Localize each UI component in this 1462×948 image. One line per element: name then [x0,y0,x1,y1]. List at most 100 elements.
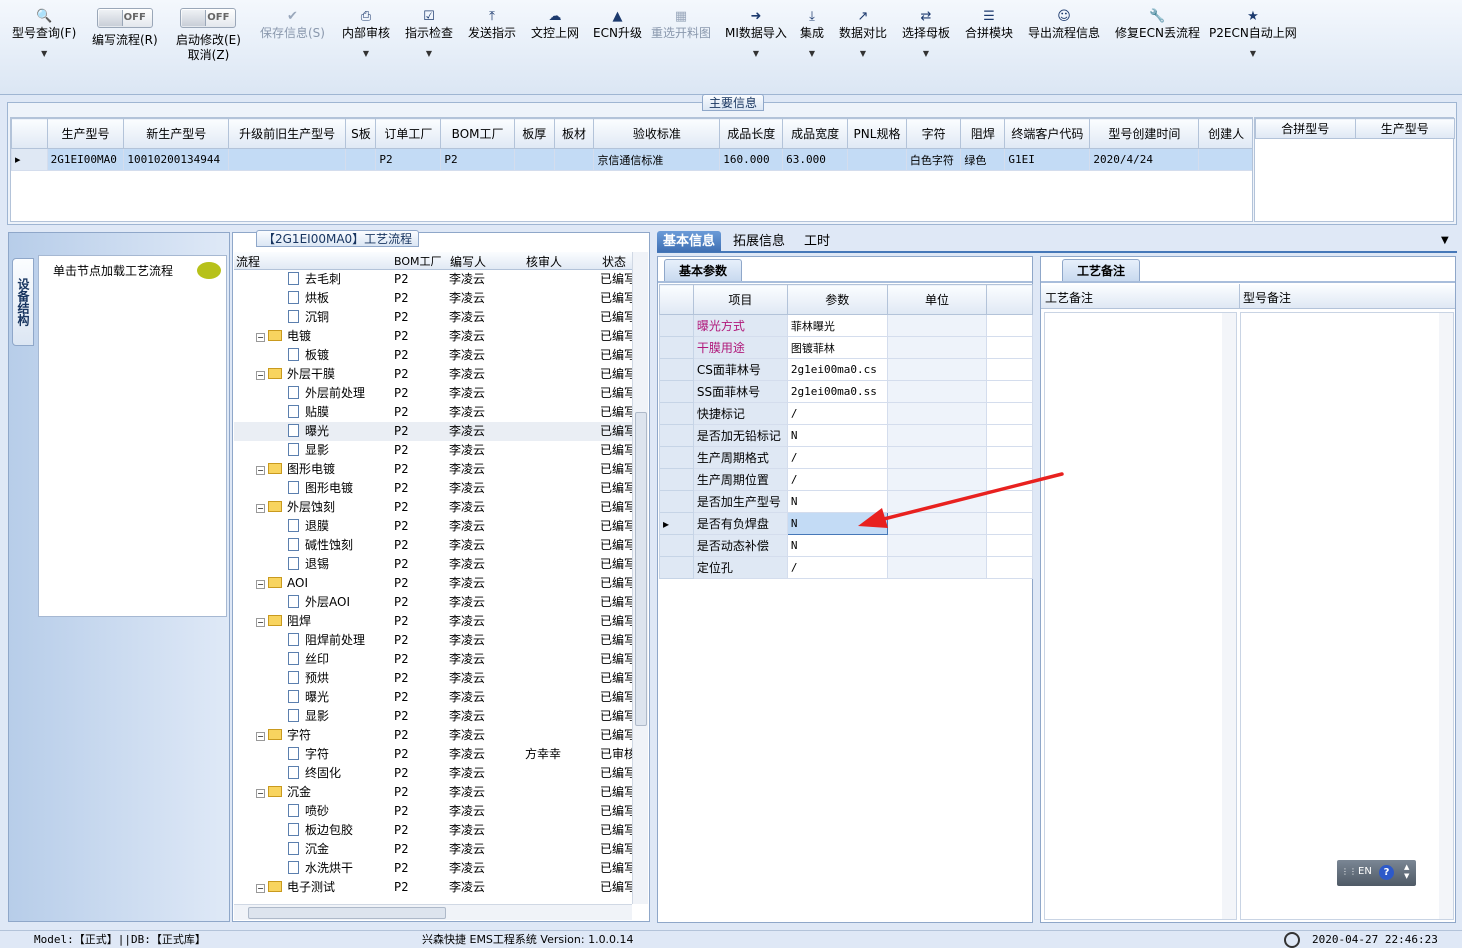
row-indicator[interactable] [659,358,694,381]
data-compare-button[interactable]: ↗ 数据对比 ▼ [839,8,887,78]
param-row[interactable]: 是否动态补偿 N [659,534,1033,557]
main-cell[interactable] [513,148,555,171]
col-status[interactable]: 状态 [602,253,626,270]
row-indicator[interactable] [659,490,694,513]
chevron-down-icon[interactable]: ▼ [405,49,453,58]
chevron-down-icon[interactable]: ▼ [839,49,887,58]
row-indicator[interactable] [659,380,694,403]
param-row[interactable]: CS面菲林号 2g1ei00ma0.cs [659,358,1033,381]
param-unit[interactable] [886,556,988,579]
param-value[interactable]: 2g1ei00ma0.ss [786,380,888,403]
main-cell[interactable]: 绿色 [960,148,1006,171]
export-flow-button[interactable]: ☺ 导出流程信息 [1028,8,1100,78]
row-indicator[interactable] [659,424,694,447]
param-unit[interactable] [886,534,988,557]
main-cell[interactable] [847,148,907,171]
row-indicator[interactable] [659,446,694,469]
start-modify-toggle[interactable]: OFF 启动修改(E) 取消(Z) [176,8,241,78]
main-col-header[interactable]: 创建人 [1198,118,1252,149]
main-col-header[interactable]: 型号创建时间 [1089,118,1200,149]
tree-node[interactable]: 阻焊前处理 P2 李凌云 已编写 [234,631,636,650]
param-unit[interactable] [886,358,988,381]
tree-node[interactable]: − 外层干膜 P2 李凌云 已编写 [234,365,636,384]
main-cell[interactable]: 京信通信标准 [593,148,721,171]
main-col-header[interactable]: 升级前旧生产型号 [227,118,347,149]
cancel-label[interactable]: 取消(Z) [176,48,241,63]
tree-node[interactable]: 退膜 P2 李凌云 已编写 [234,517,636,536]
collapse-icon[interactable]: − [256,466,265,475]
tab-extended-info[interactable]: 拓展信息 [727,231,791,252]
main-cell[interactable]: 白色字符 [905,148,962,171]
send-instruction-button[interactable]: ⤒ 发送指示 [468,8,516,78]
main-cell[interactable]: G1EI [1004,148,1091,171]
tree-node[interactable]: 图形电镀 P2 李凌云 已编写 [234,479,636,498]
tree-node[interactable]: 沉金 P2 李凌云 已编写 [234,840,636,859]
collapse-icon[interactable]: − [256,789,265,798]
tab-basic-info[interactable]: 基本信息 [657,231,722,252]
param-unit[interactable] [886,424,988,447]
merge-module-button[interactable]: ☰ 合拼模块 [965,8,1013,78]
chevron-down-icon[interactable]: ▼ [12,49,76,58]
chevron-down-icon[interactable]: ▼ [725,49,787,58]
row-indicator[interactable] [659,336,694,359]
param-value[interactable]: 2g1ei00ma0.cs [786,358,888,381]
tree-node[interactable]: 退锡 P2 李凌云 已编写 [234,555,636,574]
col-item[interactable]: 项目 [692,284,788,315]
row-indicator[interactable] [659,534,694,557]
col-reviewer[interactable]: 核审人 [526,253,562,270]
ecn-upgrade-button[interactable]: ▲ ECN升级 [593,8,642,78]
col-unit[interactable]: 单位 [886,284,988,315]
main-col-header[interactable]: 字符 [905,118,962,149]
tree-node[interactable]: 碱性蚀刻 P2 李凌云 已编写 [234,536,636,555]
main-col-header[interactable]: 终端客户代码 [1004,118,1091,149]
tree-node[interactable]: 曝光 P2 李凌云 已编写 [234,688,636,707]
tree-node[interactable]: − 电镀 P2 李凌云 已编写 [234,327,636,346]
tree-node[interactable]: 烘板 P2 李凌云 已编写 [234,289,636,308]
param-value[interactable]: N [786,534,888,557]
param-value[interactable]: 图镀菲林 [786,336,888,359]
process-remark-tab[interactable]: 工艺备注 [1062,259,1141,281]
mi-data-import-button[interactable]: ➜ MI数据导入 ▼ [725,8,787,78]
param-row[interactable]: 曝光方式 菲林曝光 [659,314,1033,337]
tab-work-hours[interactable]: 工时 [798,231,836,252]
collapse-icon[interactable]: − [256,732,265,741]
main-col-header[interactable]: 新生产型号 [123,118,229,149]
collapse-icon[interactable]: − [256,618,265,627]
col-flow[interactable]: 流程 [236,253,260,270]
main-cell[interactable]: 10010200134944 [123,148,229,171]
select-motherboard-button[interactable]: ⇄ 选择母板 ▼ [902,8,950,78]
tree-node[interactable]: 字符 P2 李凌云 方幸幸 已审核 [234,745,636,764]
integrate-button[interactable]: ⤓ 集成 ▼ [800,8,824,78]
main-col-header[interactable]: PNL规格 [847,118,907,149]
tree-node[interactable]: 水洗烘干 P2 李凌云 已编写 [234,859,636,878]
tree-node[interactable]: − 外层蚀刻 P2 李凌云 已编写 [234,498,636,517]
tree-node[interactable]: − 电子测试 P2 李凌云 已编写 [234,878,636,897]
param-row[interactable]: 干膜用途 图镀菲林 [659,336,1033,359]
main-col-header[interactable]: 阻焊 [960,118,1006,149]
tree-node[interactable]: − AOI P2 李凌云 已编写 [234,574,636,593]
tree-node[interactable]: 丝印 P2 李凌云 已编写 [234,650,636,669]
production-model-header[interactable]: 生产型号 [1354,118,1455,139]
tree-node[interactable]: 去毛刺 P2 李凌云 已编写 [234,270,636,289]
lang-label[interactable]: EN [1358,866,1372,877]
reselect-cutting-button[interactable]: ▦ 重选开料图 [651,8,711,78]
param-value[interactable]: N [786,424,888,447]
tree-node[interactable]: 沉铜 P2 李凌云 已编写 [234,308,636,327]
main-col-header[interactable]: 成品长度 [719,118,784,149]
main-col-header[interactable]: 订单工厂 [375,118,442,149]
instruction-check-button[interactable]: ☑ 指示检查 ▼ [405,8,453,78]
tree-node[interactable]: − 阻焊 P2 李凌云 已编写 [234,612,636,631]
chevron-down-icon[interactable]: ▼ [342,49,390,58]
param-unit[interactable] [886,314,988,337]
remark-scrollbar[interactable] [1222,313,1236,919]
main-cell[interactable] [1198,148,1252,171]
tree-node[interactable]: 板镀 P2 李凌云 已编写 [234,346,636,365]
main-cell[interactable]: P2 [440,148,515,171]
tree-node[interactable]: − 图形电镀 P2 李凌云 已编写 [234,460,636,479]
doc-control-online-button[interactable]: ☁ 文控上网 [531,8,579,78]
main-cell[interactable]: 2G1EI00MA0 [46,148,125,171]
main-cell[interactable] [227,148,347,171]
tree-hscrollbar[interactable] [234,904,632,920]
main-col-header[interactable]: 验收标准 [593,118,721,149]
param-row[interactable]: 定位孔 / [659,556,1033,579]
